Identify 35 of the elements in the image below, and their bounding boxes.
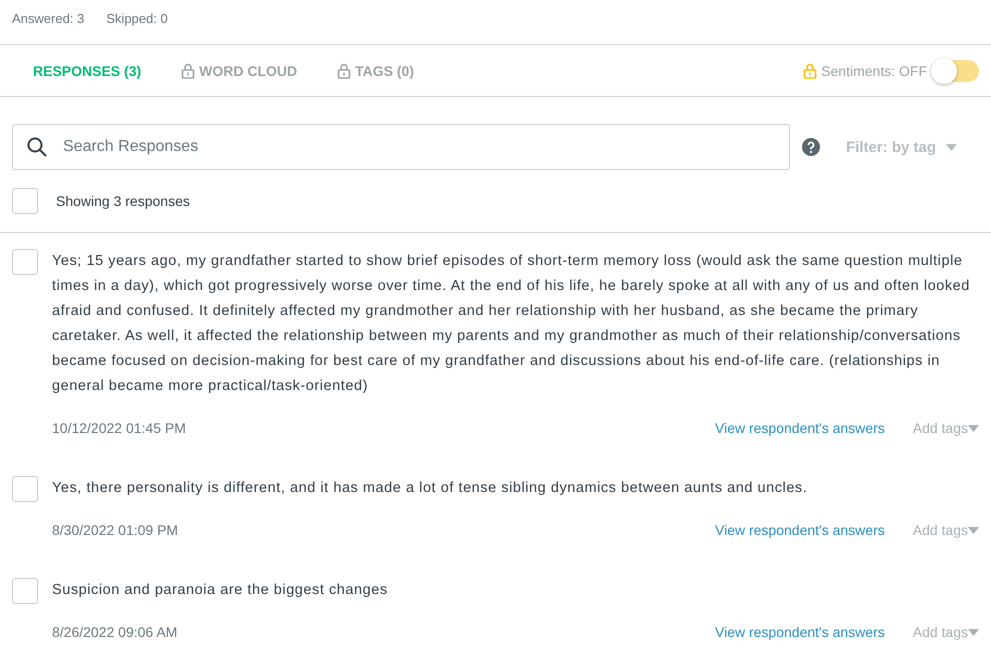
response-checkbox[interactable]: [12, 476, 38, 502]
help-icon[interactable]: [802, 138, 820, 156]
select-all-checkbox[interactable]: [12, 188, 38, 214]
add-tags-dropdown[interactable]: Add tags: [912, 522, 979, 538]
response-date: 10/12/2022 01:45 PM: [52, 420, 186, 436]
caret-icon: [968, 424, 979, 432]
response-checkbox[interactable]: [12, 578, 38, 604]
view-answers-link[interactable]: View respondent's answers: [715, 624, 885, 640]
lock-icon: [337, 62, 352, 78]
caret-icon: [968, 628, 979, 636]
filter-dropdown[interactable]: Filter: by tag: [846, 138, 958, 156]
response-checkbox[interactable]: [12, 249, 38, 275]
response-count: Showing 3 responses: [56, 193, 190, 209]
view-answers-link[interactable]: View respondent's answers: [715, 420, 885, 436]
response-text: Suspicion and paranoia are the biggest changes: [52, 581, 389, 600]
caret-icon: [946, 144, 958, 150]
sentiments-toggle[interactable]: [933, 60, 979, 82]
tab[interactable]: RESPONSES (3): [33, 62, 142, 78]
stat-label: Answered: 3: [12, 11, 84, 28]
add-tags-dropdown[interactable]: Add tags: [912, 624, 979, 640]
tab[interactable]: WORD CLOUD: [181, 62, 298, 78]
response-date: 8/26/2022 09:06 AM: [52, 624, 178, 640]
lock-icon: [803, 62, 818, 78]
search-field[interactable]: Search Responses: [12, 124, 790, 170]
add-tags-dropdown[interactable]: Add tags: [912, 420, 979, 436]
lock-icon: [181, 62, 196, 78]
response-date: 8/30/2022 01:09 PM: [52, 522, 178, 538]
response-text: Yes, there personality is different, and it has made a lot of tense sibling dynamics between aunts and uncles.: [52, 479, 808, 498]
response-text: Yes; 15 years ago, my grandfather started to show brief episodes of short-term memory loss (would ask the same question multiple times in a day), which got progressively worse over time. At the end of his life, he barely spoke at all with any of us and often looked afraid and confused. It definitely affected my grandmother and her relationship with her husband, as she became the primary caretaker. As well, it affected the relationship between my parents and my grandmother as much of their relationship/conversations became focused on decision-making for best care of my grandfather and discussions about his end-of-life care. (relationships in general became more practical/task-oriented): [52, 252, 971, 396]
view-answers-link[interactable]: View respondent's answers: [715, 522, 885, 538]
sentiments-label: Sentiments: OFF: [821, 62, 927, 78]
caret-icon: [968, 526, 979, 534]
tab[interactable]: TAGS (0): [337, 62, 414, 78]
stat-label: Skipped: 0: [106, 11, 168, 28]
search-icon: [27, 137, 47, 157]
